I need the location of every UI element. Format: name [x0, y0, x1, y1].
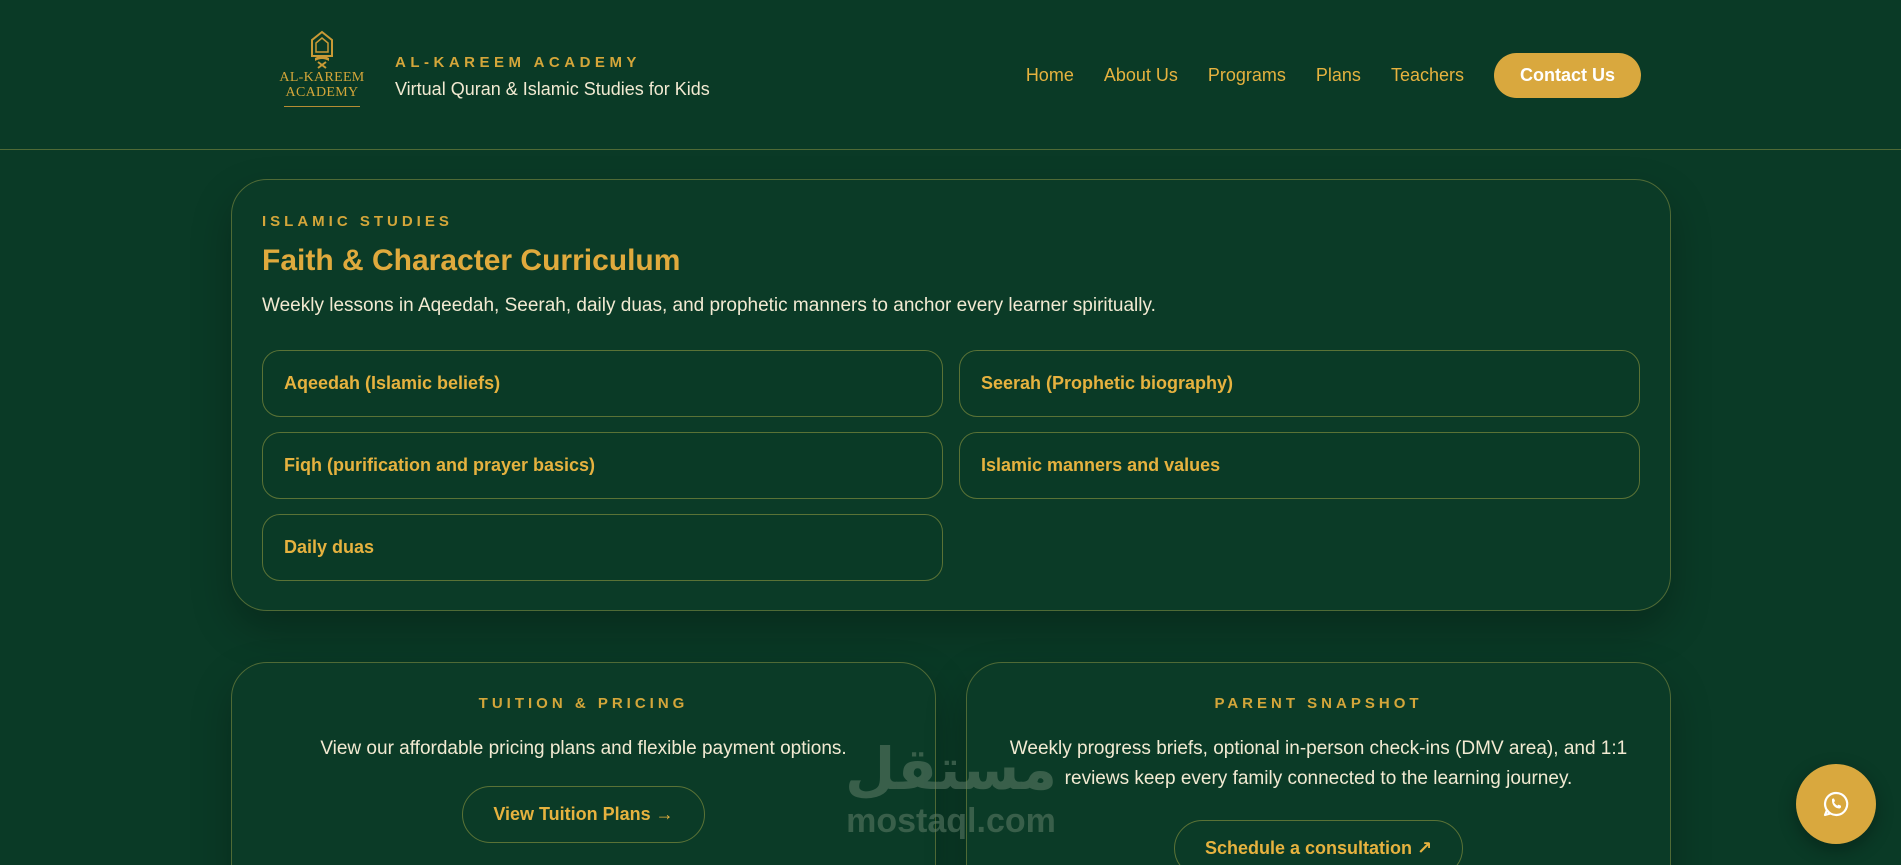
mosque-book-icon [311, 30, 333, 69]
topic-daily-duas[interactable]: Daily duas [262, 514, 943, 581]
main-nav: Home About Us Programs Plans Teachers Co… [996, 53, 1641, 98]
logo-text-line1: AL-KAREEM [279, 70, 365, 85]
curriculum-eyebrow: ISLAMIC STUDIES [262, 213, 453, 230]
whatsapp-icon [1823, 791, 1849, 817]
brand-name: AL-KAREEM ACADEMY [395, 54, 641, 71]
nav-plans[interactable]: Plans [1316, 65, 1361, 86]
logo-text-line2: ACADEMY [285, 85, 359, 100]
academy-logo[interactable]: AL-KAREEM ACADEMY [276, 30, 368, 118]
brand-tagline: Virtual Quran & Islamic Studies for Kids [395, 79, 710, 99]
tuition-eyebrow: TUITION & PRICING [478, 695, 689, 712]
curriculum-title: Faith & Character Curriculum [262, 244, 681, 277]
view-tuition-plans-button[interactable]: View Tuition Plans → [462, 786, 705, 843]
curriculum-card: ISLAMIC STUDIES Faith & Character Curric… [231, 179, 1671, 611]
schedule-consultation-button[interactable]: Schedule a consultation ↗ [1173, 820, 1464, 865]
logo-underline [284, 106, 360, 107]
tuition-card: TUITION & PRICING View our affordable pr… [231, 662, 936, 865]
topic-grid: Aqeedah (Islamic beliefs) Seerah (Prophe… [262, 350, 1642, 581]
nav-home[interactable]: Home [1026, 65, 1074, 86]
contact-us-button[interactable]: Contact Us [1493, 53, 1641, 98]
whatsapp-chat-button[interactable] [1796, 764, 1876, 844]
page: AL-KAREEM ACADEMY AL-KAREEM ACADEMY Virt… [0, 0, 1901, 865]
snapshot-eyebrow: PARENT SNAPSHOT [1214, 695, 1423, 712]
site-header: AL-KAREEM ACADEMY AL-KAREEM ACADEMY Virt… [0, 0, 1901, 150]
topic-fiqh[interactable]: Fiqh (purification and prayer basics) [262, 432, 943, 499]
topic-seerah[interactable]: Seerah (Prophetic biography) [959, 350, 1640, 417]
snapshot-text: Weekly progress briefs, optional in-pers… [1009, 738, 1628, 789]
tuition-text: View our affordable pricing plans and fl… [320, 738, 847, 759]
brand-block: AL-KAREEM ACADEMY Virtual Quran & Islami… [395, 54, 710, 100]
parent-snapshot-card: PARENT SNAPSHOT Weekly progress briefs, … [966, 662, 1671, 865]
nav-teachers[interactable]: Teachers [1391, 65, 1464, 86]
topic-aqeedah[interactable]: Aqeedah (Islamic beliefs) [262, 350, 943, 417]
nav-about-us[interactable]: About Us [1104, 65, 1178, 86]
nav-programs[interactable]: Programs [1208, 65, 1286, 86]
curriculum-description: Weekly lessons in Aqeedah, Seerah, daily… [262, 295, 1156, 316]
topic-manners[interactable]: Islamic manners and values [959, 432, 1640, 499]
